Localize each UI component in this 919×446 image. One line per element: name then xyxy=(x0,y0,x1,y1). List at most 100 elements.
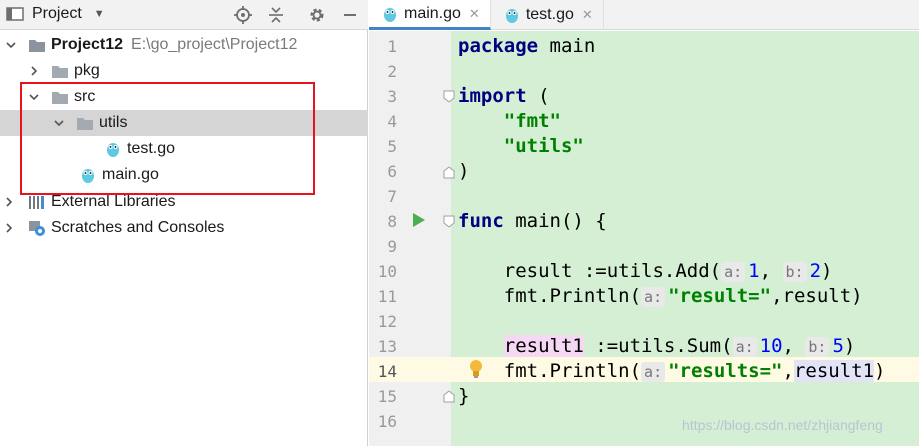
line-number: 1 xyxy=(387,37,397,56)
code-line-11: fmt.Println(a: "result=",result) xyxy=(458,284,863,309)
go-file-icon xyxy=(381,5,399,23)
code-text: main() { xyxy=(503,210,607,232)
code-text: ) xyxy=(843,335,856,357)
line-number: 7 xyxy=(387,187,397,206)
line-number: 15 xyxy=(377,387,397,406)
line-number: 12 xyxy=(377,312,397,331)
project-view-icon xyxy=(6,6,24,22)
code-text: main xyxy=(538,35,596,57)
keyword: import xyxy=(458,85,527,107)
fold-marker-icon[interactable] xyxy=(443,90,455,103)
code-line-13: result1 :=utils.Sum(a: 10, b: 5) xyxy=(458,334,855,359)
line-number: 14 xyxy=(377,362,397,381)
string-literal: "results=" xyxy=(668,360,783,382)
chevron-down-icon[interactable]: ▼ xyxy=(94,8,105,20)
gear-icon[interactable] xyxy=(306,4,328,26)
code-line-4: "fmt" xyxy=(458,109,561,134)
watermark: https://blog.csdn.net/zhjiangfeng xyxy=(682,417,883,433)
code-line-15: } xyxy=(458,384,469,409)
string-literal: "fmt" xyxy=(503,110,561,132)
keyword: package xyxy=(458,35,539,57)
code-text: , xyxy=(759,260,783,282)
tree-item-label: Scratches and Consoles xyxy=(51,219,225,236)
code-line-1: package main xyxy=(458,34,595,59)
tab-label: test.go xyxy=(525,6,574,23)
chevron-right-icon[interactable] xyxy=(27,58,41,84)
tree-item-label: External Libraries xyxy=(51,193,176,210)
line-number: 5 xyxy=(387,137,397,156)
string-literal: "utils" xyxy=(503,135,584,157)
line-number: 4 xyxy=(387,112,397,131)
code-line-6: ) xyxy=(458,159,469,184)
code-text: ( xyxy=(526,85,550,107)
project-panel: Project ▼ Project12 E:\go_project\Projec… xyxy=(0,0,368,446)
number-literal: 1 xyxy=(748,260,760,282)
line-number: 9 xyxy=(387,237,397,256)
tab-main-go[interactable]: main.go ✕ xyxy=(369,0,491,30)
run-icon[interactable] xyxy=(413,213,425,227)
code-text: ) xyxy=(458,160,470,182)
parameter-hint: b: xyxy=(805,337,830,357)
line-number: 10 xyxy=(377,262,397,281)
code-text: ) xyxy=(874,360,886,382)
annotation-highlight-box xyxy=(20,82,315,195)
editor-tabbar: main.go ✕ test.go ✕ xyxy=(369,0,919,30)
tab-label: main.go xyxy=(404,4,461,22)
close-icon[interactable]: ✕ xyxy=(469,6,480,22)
code-editor: main.go ✕ test.go ✕ 1 2 3 4 5 6 7 8 9 10… xyxy=(369,0,919,446)
code-line-5: "utils" xyxy=(458,134,584,159)
number-literal: 10 xyxy=(759,335,783,357)
code-line-14: fmt.Println(a: "results=",result1) xyxy=(458,359,885,384)
folder-icon xyxy=(51,62,69,80)
fold-marker-icon[interactable] xyxy=(443,215,455,228)
variable-highlight: result1 xyxy=(503,335,584,357)
tree-item-project12[interactable]: Project12 E:\go_project\Project12 xyxy=(0,32,368,58)
code-text: ) xyxy=(821,260,833,282)
fold-marker-icon[interactable] xyxy=(443,166,455,179)
variable-highlight: result1 xyxy=(793,360,875,382)
string-literal: "result=" xyxy=(668,285,772,307)
tree-item-label: pkg xyxy=(74,62,100,79)
line-number: 11 xyxy=(377,287,397,306)
line-number: 2 xyxy=(387,62,397,81)
project-folder-icon xyxy=(28,36,46,54)
tree-item-pkg[interactable]: pkg xyxy=(0,58,368,84)
tab-test-go[interactable]: test.go ✕ xyxy=(491,0,604,30)
code-line-8: func main() { xyxy=(458,209,607,234)
line-number: 6 xyxy=(387,162,397,181)
tree-item-label: Project12 xyxy=(51,36,124,53)
code-line-3: import ( xyxy=(458,84,550,109)
chevron-right-icon[interactable] xyxy=(2,215,16,241)
parameter-hint: a: xyxy=(721,262,746,282)
tree-item-scratches[interactable]: Scratches and Consoles xyxy=(0,215,368,241)
code-line-10: result :=utils.Add(a: 1, b: 2) xyxy=(458,259,832,284)
close-icon[interactable]: ✕ xyxy=(582,7,593,23)
crosshair-icon[interactable] xyxy=(232,4,254,26)
number-literal: 5 xyxy=(832,335,844,357)
parameter-hint: a: xyxy=(732,337,757,357)
project-path: E:\go_project\Project12 xyxy=(131,36,298,53)
project-view-selector[interactable]: Project ▼ xyxy=(6,5,105,23)
project-panel-header: Project ▼ xyxy=(0,0,368,30)
number-literal: 2 xyxy=(809,260,822,282)
collapse-all-icon[interactable] xyxy=(265,4,287,26)
scratches-icon xyxy=(28,219,46,237)
parameter-hint: a: xyxy=(641,362,666,382)
parameter-hint: a: xyxy=(641,287,666,307)
code-text: result :=utils.Add( xyxy=(503,260,722,282)
keyword: func xyxy=(458,210,504,232)
chevron-down-icon[interactable] xyxy=(4,32,18,58)
code-text: } xyxy=(458,385,470,407)
project-view-title: Project xyxy=(32,5,82,22)
minimize-icon[interactable] xyxy=(339,4,361,26)
code-text: :=utils.Sum( xyxy=(583,335,733,357)
code-text: ,result) xyxy=(771,285,863,307)
line-number: 3 xyxy=(387,87,397,106)
parameter-hint: b: xyxy=(782,262,807,282)
code-text: fmt.Println( xyxy=(503,285,642,307)
code-text: fmt.Println( xyxy=(503,360,642,382)
code-text: , xyxy=(782,335,806,357)
fold-marker-icon[interactable] xyxy=(443,390,455,403)
library-icon xyxy=(28,193,46,211)
chevron-right-icon[interactable] xyxy=(2,189,16,215)
